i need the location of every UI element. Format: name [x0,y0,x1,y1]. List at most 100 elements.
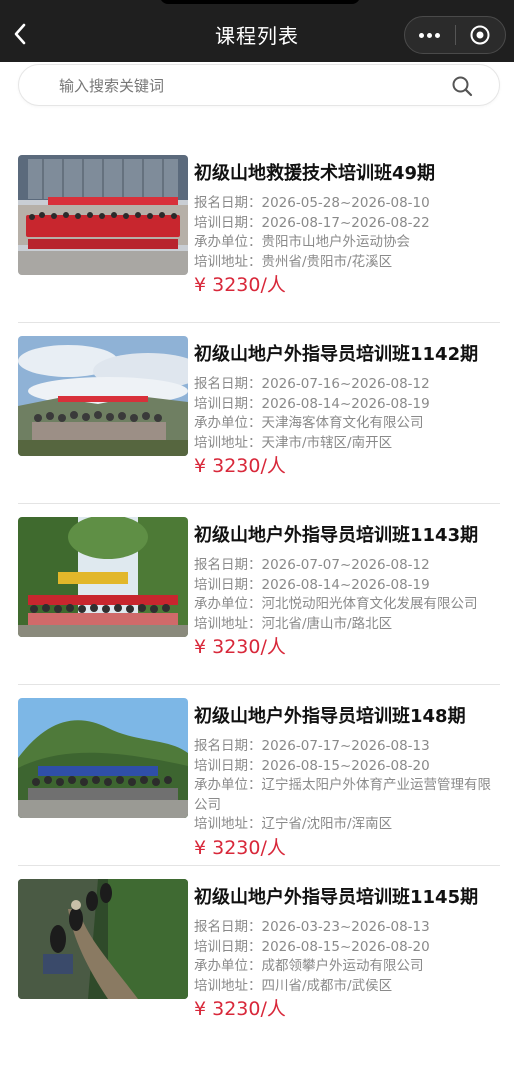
course-list: 初级山地救援技术培训班49期 报名日期：2026-05-28~2026-08-1… [0,150,514,1055]
course-item[interactable]: 初级山地户外指导员培训班1145期 报名日期：2026-03-23~2026-0… [0,874,514,1055]
course-item[interactable]: 初级山地户外指导员培训班148期 报名日期：2026-07-17~2026-08… [0,693,514,874]
course-item[interactable]: 初级山地户外指导员培训班1142期 报名日期：2026-07-16~2026-0… [0,331,514,512]
address-value: 辽宁省/沈阳市/浑南区 [261,816,393,832]
organizer: 承办单位：天津海客体育文化有限公司 [194,414,494,434]
course-info: 报名日期：2026-03-23~2026-08-13 培训日期：2026-08-… [194,918,494,1020]
address: 培训地址：四川省/成都市/武侯区 [194,977,494,997]
course-title: 初级山地救援技术培训班49期 [194,163,436,184]
organizer: 承办单位：贵阳市山地户外运动协会 [194,233,494,253]
training-value: 2026-08-14~2026-08-19 [261,395,430,412]
divider [18,322,500,323]
organizer-value: 河北悦动阳光体育文化发展有限公司 [261,596,478,612]
more-icon [419,32,425,38]
organizer-label: 承办单位： [194,777,262,793]
address-label: 培训地址： [194,434,262,451]
course-thumbnail [18,698,188,818]
course-price: ¥ 3230/人 [194,836,286,859]
training-date: 培训日期：2026-08-15~2026-08-20 [194,938,494,958]
signup-label: 报名日期： [194,919,262,935]
course-info: 报名日期：2026-07-07~2026-08-12 培训日期：2026-08-… [194,556,494,658]
divider [18,503,500,504]
training-date: 培训日期：2026-08-17~2026-08-22 [194,214,494,234]
address-value: 贵州省/贵阳市/花溪区 [261,253,393,270]
signup-value: 2026-07-07~2026-08-12 [261,557,430,573]
organizer-value: 天津海客体育文化有限公司 [261,415,424,431]
signup-date: 报名日期：2026-07-16~2026-08-12 [194,375,494,395]
search-icon[interactable] [451,75,473,97]
more-button[interactable] [405,17,455,53]
organizer-label: 承办单位： [194,415,262,431]
course-info: 报名日期：2026-07-17~2026-08-13 培训日期：2026-08-… [194,737,494,858]
more-icon-dot [427,32,433,38]
training-date: 培训日期：2026-08-15~2026-08-20 [194,757,494,777]
training-value: 2026-08-15~2026-08-20 [261,938,430,955]
signup-label: 报名日期： [194,376,262,392]
course-price: ¥ 3230/人 [194,274,286,296]
training-label: 培训日期： [194,938,262,955]
address-label: 培训地址： [194,615,262,632]
organizer: 承办单位：成都领攀户外运动有限公司 [194,957,494,977]
organizer-label: 承办单位： [194,596,262,612]
training-value: 2026-08-15~2026-08-20 [261,757,430,774]
course-item[interactable]: 初级山地救援技术培训班49期 报名日期：2026-05-28~2026-08-1… [0,150,514,331]
organizer-label: 承办单位： [194,234,262,250]
training-date: 培训日期：2026-08-14~2026-08-19 [194,576,494,596]
address-label: 培训地址： [194,816,262,832]
signup-value: 2026-05-28~2026-08-10 [261,195,430,211]
course-thumbnail [18,879,188,999]
signup-value: 2026-07-16~2026-08-12 [261,376,430,392]
signup-date: 报名日期：2026-07-07~2026-08-12 [194,556,494,576]
close-button[interactable] [455,17,505,53]
course-thumbnail [18,517,188,637]
training-value: 2026-08-14~2026-08-19 [261,576,430,593]
signup-value: 2026-07-17~2026-08-13 [261,738,430,754]
signup-value: 2026-03-23~2026-08-13 [261,919,430,935]
address: 培训地址：河北省/唐山市/路北区 [194,615,494,635]
training-date: 培训日期：2026-08-14~2026-08-19 [194,395,494,415]
course-title: 初级山地户外指导员培训班1142期 [194,344,479,365]
status-notch [160,0,360,4]
course-price: ¥ 3230/人 [194,455,286,477]
organizer: 承办单位：河北悦动阳光体育文化发展有限公司 [194,595,494,615]
nav-bar: 课程列表 [0,0,514,62]
address: 培训地址：贵州省/贵阳市/花溪区 [194,253,494,273]
organizer-label: 承办单位： [194,958,262,974]
signup-label: 报名日期： [194,195,262,211]
course-info: 报名日期：2026-07-16~2026-08-12 培训日期：2026-08-… [194,375,494,477]
training-label: 培训日期： [194,757,262,774]
training-label: 培训日期： [194,395,262,412]
search-bar [18,64,500,106]
course-title: 初级山地户外指导员培训班1145期 [194,887,479,908]
organizer-value: 贵阳市山地户外运动协会 [261,234,411,250]
search-input[interactable] [59,71,439,101]
course-item[interactable]: 初级山地户外指导员培训班1143期 报名日期：2026-07-07~2026-0… [0,512,514,693]
address-value: 四川省/成都市/武侯区 [261,977,393,994]
signup-date: 报名日期：2026-03-23~2026-08-13 [194,918,494,938]
mini-program-capsule [404,16,506,54]
address-value: 天津市/市辖区/南开区 [261,434,393,451]
course-title: 初级山地户外指导员培训班148期 [194,706,466,727]
signup-label: 报名日期： [194,738,262,754]
training-value: 2026-08-17~2026-08-22 [261,214,430,231]
divider [18,865,500,866]
organizer-value: 成都领攀户外运动有限公司 [261,958,424,974]
close-icon [470,25,490,45]
course-info: 报名日期：2026-05-28~2026-08-10 培训日期：2026-08-… [194,194,494,296]
address: 培训地址：天津市/市辖区/南开区 [194,434,494,454]
more-icon-dot [435,32,441,38]
signup-date: 报名日期：2026-07-17~2026-08-13 [194,737,494,757]
course-title: 初级山地户外指导员培训班1143期 [194,525,479,546]
address-label: 培训地址： [194,253,262,270]
organizer: 承办单位：辽宁摇太阳户外体育产业运营管理有限公司 [194,776,494,815]
training-label: 培训日期： [194,576,262,593]
divider [18,684,500,685]
course-thumbnail [18,336,188,456]
course-price: ¥ 3230/人 [194,636,286,658]
signup-date: 报名日期：2026-05-28~2026-08-10 [194,194,494,214]
address-value: 河北省/唐山市/路北区 [261,615,393,632]
address: 培训地址：辽宁省/沈阳市/浑南区 [194,815,494,835]
training-label: 培训日期： [194,214,262,231]
signup-label: 报名日期： [194,557,262,573]
course-price: ¥ 3230/人 [194,998,286,1020]
course-thumbnail [18,155,188,275]
